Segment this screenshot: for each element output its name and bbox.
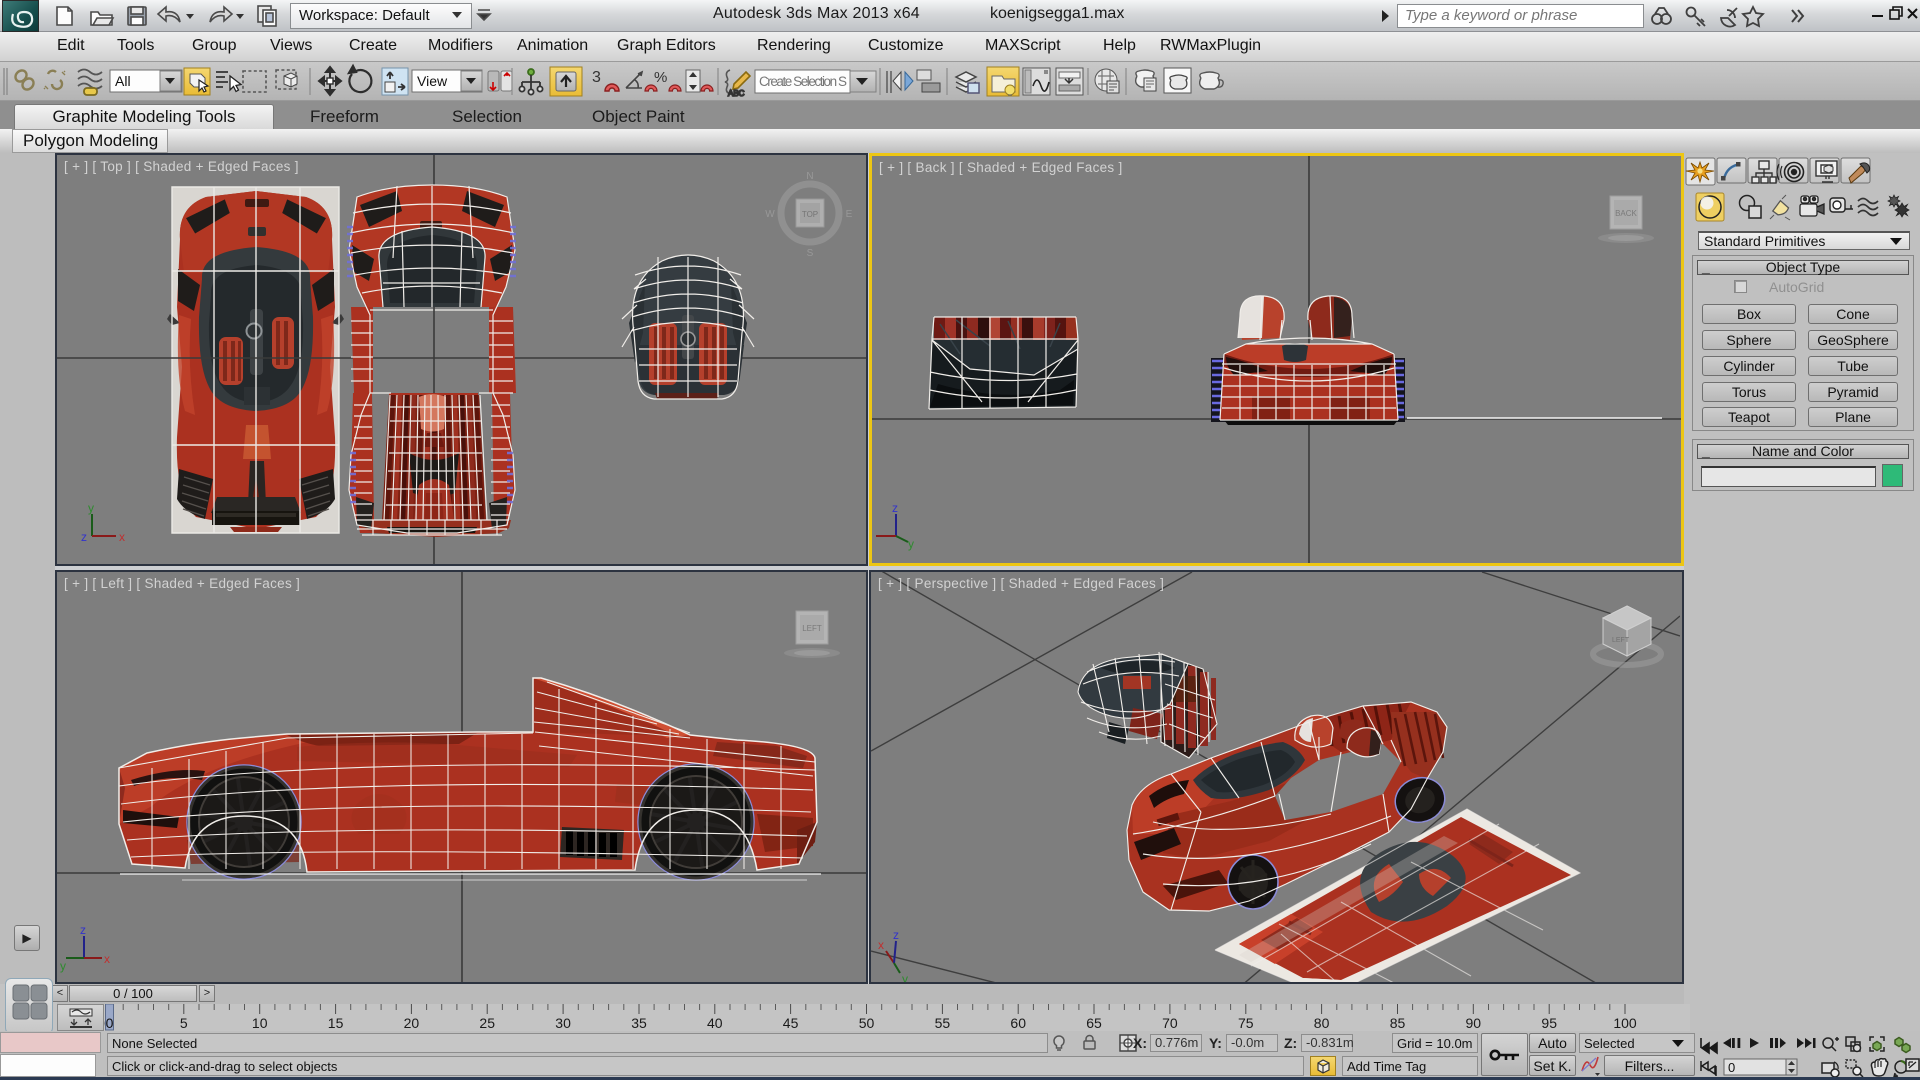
svg-text:All: All: [115, 73, 131, 89]
svg-text:95: 95: [1541, 1015, 1557, 1031]
svg-text:z: z: [80, 923, 86, 937]
svg-text:25: 25: [479, 1015, 495, 1031]
svg-text:100: 100: [1613, 1015, 1637, 1031]
svg-text:z: z: [892, 501, 898, 515]
svg-text:LEFT: LEFT: [802, 624, 822, 633]
svg-text:y: y: [908, 537, 914, 551]
svg-text:z: z: [893, 928, 899, 942]
svg-text:View: View: [417, 73, 448, 89]
svg-text:y: y: [60, 959, 66, 973]
svg-text:30: 30: [555, 1015, 571, 1031]
svg-text:75: 75: [1238, 1015, 1254, 1031]
svg-text:TOP: TOP: [802, 210, 818, 219]
svg-text:z: z: [81, 530, 87, 544]
svg-text:ABC: ABC: [728, 89, 745, 98]
svg-text:80: 80: [1314, 1015, 1330, 1031]
svg-text:W: W: [765, 209, 775, 220]
svg-text:S: S: [807, 248, 814, 259]
svg-text:35: 35: [631, 1015, 647, 1031]
svg-text:0: 0: [106, 1015, 114, 1031]
svg-text:x: x: [104, 952, 110, 966]
svg-text:y: y: [88, 501, 94, 515]
svg-text:N: N: [806, 171, 813, 182]
svg-text:50: 50: [859, 1015, 875, 1031]
svg-text:40: 40: [707, 1015, 723, 1031]
svg-text:%: %: [654, 69, 667, 86]
svg-text:15: 15: [328, 1015, 344, 1031]
svg-text:LEFT: LEFT: [1612, 637, 1630, 644]
svg-text:3: 3: [592, 69, 601, 86]
svg-text:85: 85: [1390, 1015, 1406, 1031]
svg-text:x: x: [119, 530, 125, 544]
svg-text:55: 55: [935, 1015, 951, 1031]
svg-text:E: E: [846, 209, 853, 220]
svg-text:60: 60: [1010, 1015, 1026, 1031]
svg-text:y: y: [902, 972, 908, 984]
svg-text:BACK: BACK: [1615, 209, 1637, 218]
svg-text:70: 70: [1162, 1015, 1178, 1031]
svg-text:90: 90: [1466, 1015, 1482, 1031]
svg-text:Create Selection S: Create Selection S: [759, 74, 847, 89]
svg-text:5: 5: [180, 1015, 188, 1031]
svg-text:10: 10: [252, 1015, 268, 1031]
svg-text:20: 20: [404, 1015, 420, 1031]
svg-text:65: 65: [1086, 1015, 1102, 1031]
svg-text:45: 45: [783, 1015, 799, 1031]
svg-text:0: 0: [1728, 1060, 1735, 1075]
svg-text:x: x: [878, 938, 884, 952]
